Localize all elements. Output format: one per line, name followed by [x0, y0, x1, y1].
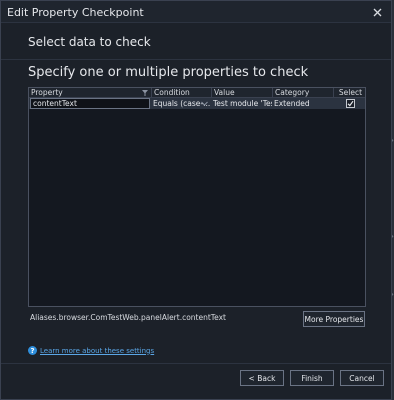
help-icon: ?	[28, 346, 37, 355]
properties-grid[interactable]: Property Condition Value Category Select…	[28, 87, 366, 307]
column-header-property[interactable]: Property	[29, 88, 151, 98]
select-checkbox[interactable]	[346, 99, 355, 108]
window-title: Edit Property Checkpoint	[7, 6, 144, 19]
checkmark-icon	[347, 100, 354, 107]
learn-more-link[interactable]: Learn more about these settings	[40, 347, 154, 355]
column-header-condition[interactable]: Condition	[151, 88, 211, 98]
column-header-category[interactable]: Category	[272, 88, 333, 98]
footer-divider	[1, 363, 391, 364]
header-divider	[1, 59, 391, 60]
property-cell[interactable]: contentText	[30, 98, 150, 109]
more-properties-button[interactable]: More Properties	[303, 311, 365, 327]
column-header-value[interactable]: Value	[211, 88, 272, 98]
filter-icon[interactable]	[141, 89, 149, 97]
object-path: Aliases.browser.ComTestWeb.panelAlert.co…	[30, 313, 226, 322]
chevron-down-icon[interactable]	[201, 101, 208, 106]
edit-property-checkpoint-dialog: Edit Property Checkpoint Select data to …	[0, 0, 392, 400]
help-link-row: ? Learn more about these settings	[28, 346, 154, 355]
section-heading: Specify one or multiple properties to ch…	[28, 65, 309, 80]
column-header-select[interactable]: Select	[333, 88, 367, 98]
close-button[interactable]	[369, 4, 385, 20]
screen: › › › Edit Property Checkpoint Select da…	[0, 0, 394, 400]
table-row[interactable]: contentText Equals (case-... Test module…	[29, 98, 365, 109]
cancel-button[interactable]: Cancel	[340, 370, 384, 386]
title-bar: Edit Property Checkpoint	[1, 1, 391, 23]
finish-button[interactable]: Finish	[290, 370, 334, 386]
step-title: Select data to check	[28, 35, 151, 49]
back-button[interactable]: < Back	[240, 370, 284, 386]
grid-header: Property Condition Value Category Select	[29, 88, 365, 98]
close-icon	[373, 8, 381, 16]
category-cell: Extended	[274, 99, 310, 108]
value-cell[interactable]: Test module 'Test...	[211, 98, 272, 109]
